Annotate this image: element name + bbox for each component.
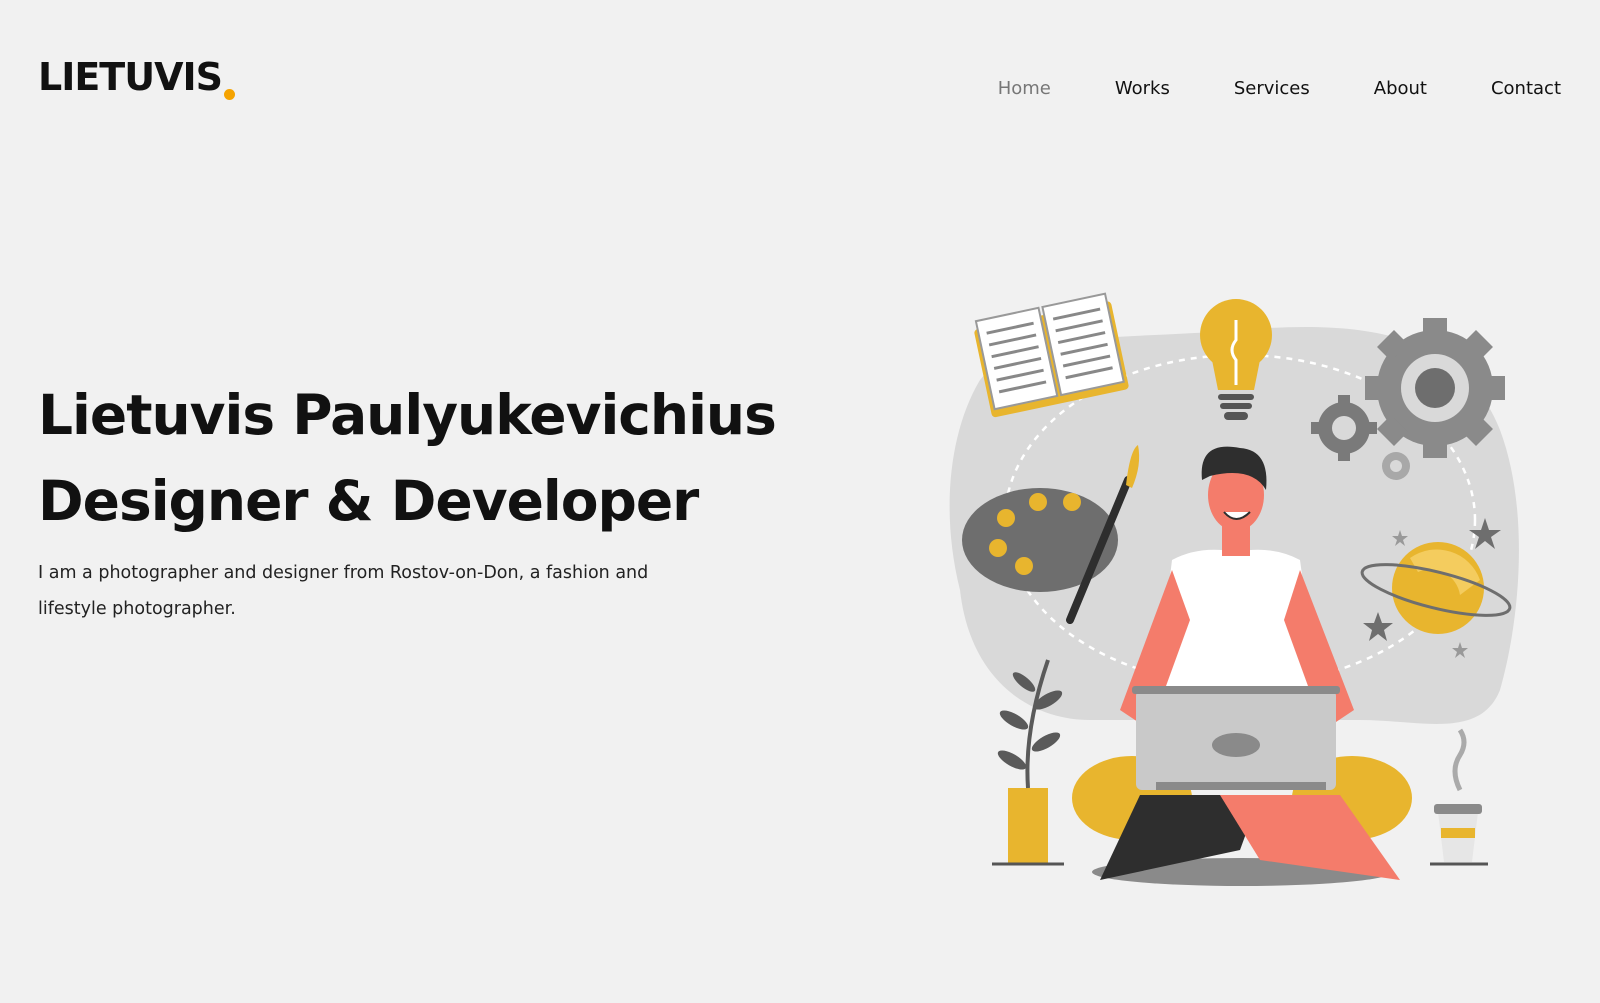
logo[interactable]: LIETUVIS	[38, 55, 236, 100]
tiny-gear-icon	[1382, 452, 1410, 480]
nav-services[interactable]: Services	[1234, 78, 1310, 99]
nav-works[interactable]: Works	[1115, 78, 1170, 99]
hero-title: Lietuvis Paulyukevichius Designer & Deve…	[38, 372, 777, 544]
hero-description: I am a photographer and designer from Ro…	[38, 563, 649, 619]
large-gear-icon	[1365, 318, 1505, 458]
main-nav: Home Works Services About Contact	[998, 78, 1561, 99]
coffee-cup-icon	[1430, 728, 1488, 866]
nav-home[interactable]: Home	[998, 78, 1051, 99]
hero-illustration	[949, 292, 1519, 886]
hero-title-name: Lietuvis Paulyukevichius	[38, 383, 777, 447]
hero-title-role: Designer & Developer	[38, 469, 699, 533]
logo-dot	[224, 89, 236, 100]
nav-contact[interactable]: Contact	[1491, 78, 1561, 99]
logo-text: LIETUVIS	[38, 55, 223, 99]
nav-about[interactable]: About	[1374, 78, 1427, 99]
